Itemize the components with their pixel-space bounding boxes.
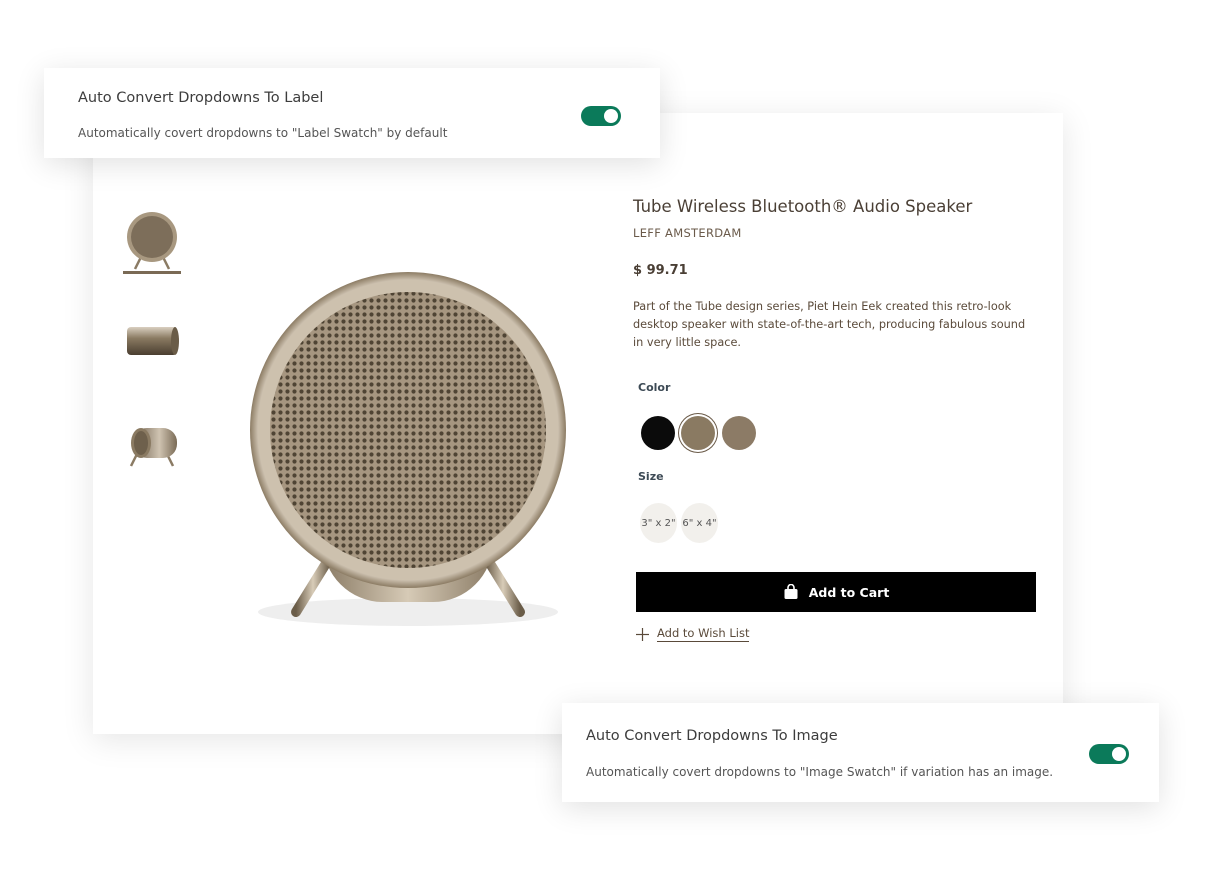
auto-convert-image-toggle[interactable] [1089,744,1129,764]
thumbnail-side[interactable] [123,315,181,367]
size-label: Size [638,470,664,483]
panel-title: Auto Convert Dropdowns To Label [78,90,324,106]
add-to-wish-list-link[interactable]: Add to Wish List [636,626,750,642]
panel-description: Automatically covert dropdowns to "Image… [586,765,1054,779]
thumbnail-front[interactable] [123,207,181,274]
panel-description: Automatically covert dropdowns to "Label… [78,126,448,140]
product-brand[interactable]: LEFF AMSTERDAM [633,226,742,240]
color-label: Color [638,381,671,394]
toggle-knob [1112,747,1126,761]
size-option-6x4[interactable]: 6" x 4" [681,503,718,543]
auto-convert-label-panel: Auto Convert Dropdowns To Label Automati… [44,68,660,158]
product-main-image [228,262,588,632]
thumbnail-angle[interactable] [123,418,181,470]
wish-list-label: Add to Wish List [657,626,750,642]
auto-convert-label-toggle[interactable] [581,106,621,126]
add-to-cart-button[interactable]: Add to Cart [636,572,1036,612]
panel-title: Auto Convert Dropdowns To Image [586,728,838,744]
color-swatch-2[interactable] [722,416,756,450]
shopping-bag-icon [784,584,798,599]
color-swatch-1[interactable] [681,416,715,450]
product-description: Part of the Tube design series, Piet Hei… [633,300,1026,349]
size-option-3x2[interactable]: 3" x 2" [640,503,677,543]
plus-icon [636,627,649,641]
product-title: Tube Wireless Bluetooth® Audio Speaker [633,197,973,216]
product-price: $ 99.71 [633,263,688,278]
add-to-cart-label: Add to Cart [808,584,890,600]
color-swatch-0[interactable] [641,416,675,450]
toggle-knob [604,109,618,123]
auto-convert-image-panel: Auto Convert Dropdowns To Image Automati… [562,703,1159,802]
